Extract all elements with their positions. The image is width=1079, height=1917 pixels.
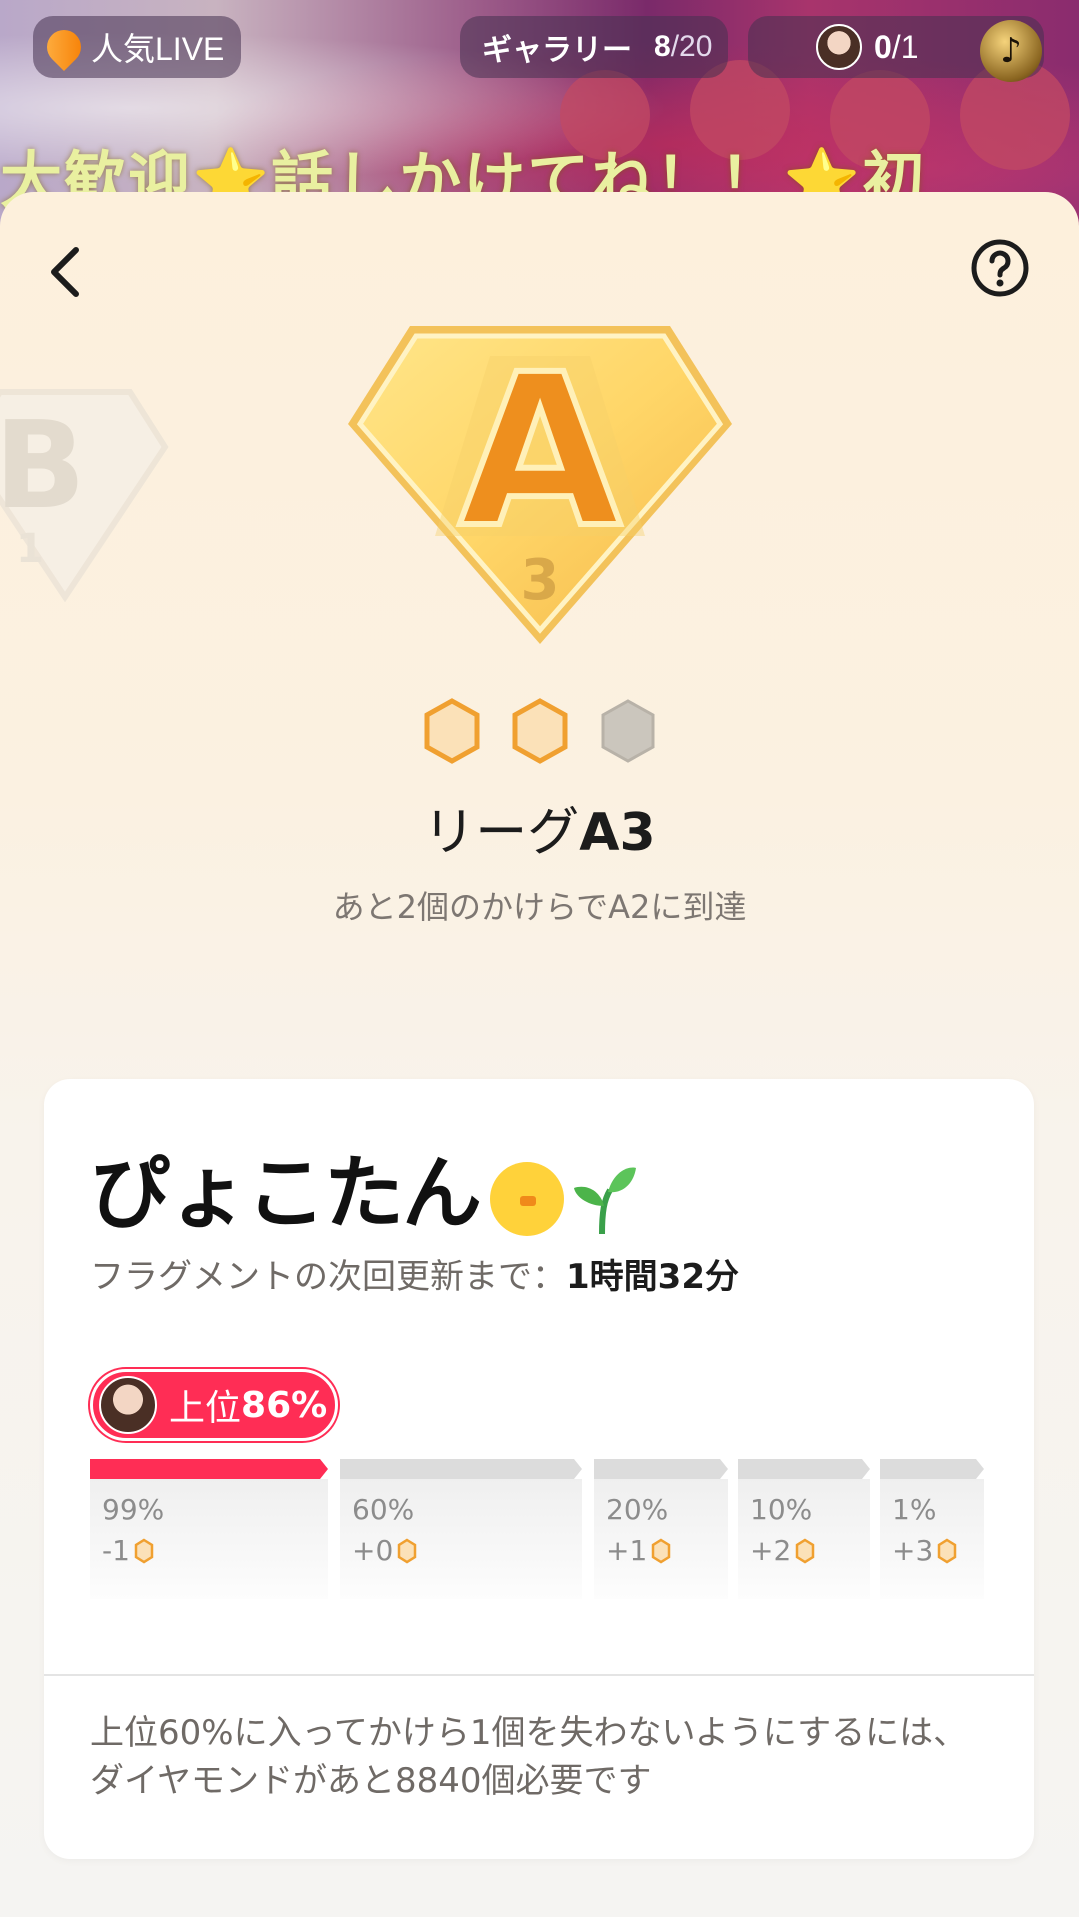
league-title-rank: A3 (579, 803, 656, 863)
fragment-coin-icon (652, 1538, 671, 1563)
tier-segment: 99% -1 (90, 1459, 328, 1599)
avatar (816, 24, 862, 70)
tier-bar-fill (880, 1459, 984, 1479)
popular-live-label: 人気LIVE (91, 31, 225, 67)
back-arrow-icon[interactable] (40, 242, 90, 302)
league-badge-a3[interactable]: A 3 (340, 314, 740, 654)
tier-delta: +3 (892, 1534, 934, 1567)
badge-a-level: 3 (521, 548, 560, 613)
fragment-progress (0, 698, 1079, 764)
fragment-coin-icon (796, 1538, 815, 1563)
gallery-count: 8 (654, 30, 671, 63)
gallery-button[interactable]: ギャラリー 8 /20 (460, 16, 728, 78)
tier-bar-fill (594, 1459, 728, 1479)
next-update-label: フラグメントの次回更新まで： (90, 1257, 566, 1297)
fragment-filled-icon (512, 698, 567, 764)
tier-delta: +0 (352, 1534, 394, 1567)
tier-percent: 1% (892, 1493, 937, 1526)
tier-delta: +2 (750, 1534, 792, 1567)
music-note-icon[interactable]: ♪ (980, 20, 1042, 82)
next-update-row: フラグメントの次回更新まで：1時間32分 (90, 1249, 739, 1298)
tier-segment: 1% +3 (880, 1459, 984, 1599)
fragment-empty-icon (601, 699, 654, 763)
league-progress-subtitle: あと2個のかけらでA2に到達 (332, 888, 747, 926)
tier-delta: -1 (102, 1534, 130, 1567)
tier-segment: 10% +2 (738, 1459, 870, 1599)
next-update-time: 1時間32分 (566, 1257, 739, 1297)
popular-live-button[interactable]: 人気LIVE (33, 16, 241, 78)
badge-b-level: 1 (16, 526, 44, 572)
flame-icon (39, 22, 89, 72)
fan-total: /1 (891, 28, 919, 65)
tier-percent: 99% (102, 1493, 165, 1526)
user-name: ぴょこたん (90, 1147, 482, 1240)
sprout-emoji-icon (574, 1167, 636, 1235)
tier-bar-fill (340, 1459, 582, 1479)
rank-value: 86% (241, 1384, 328, 1426)
tier-segment: 20% +1 (594, 1459, 728, 1599)
badge-a-letter: A (459, 329, 622, 574)
fragment-coin-icon (134, 1538, 154, 1563)
league-sheet: B 1 A 3 リーグA3 あと2個のかけらでA2に到達 ぴょこたん フラグメン… (0, 192, 1079, 1917)
tier-delta: +1 (606, 1534, 648, 1567)
user-name-row: ぴょこたん (90, 1129, 638, 1245)
fragment-filled-icon (424, 698, 479, 764)
gallery-label: ギャラリー (482, 34, 632, 67)
league-badge-b1[interactable]: B 1 (0, 372, 170, 602)
tier-percent: 10% (750, 1493, 813, 1526)
tier-percent: 60% (352, 1493, 415, 1526)
card-divider (44, 1674, 1034, 1676)
tier-bar-fill (738, 1459, 870, 1479)
ranking-card: ぴょこたん フラグメントの次回更新まで：1時間32分 上位86% 99% -1 (44, 1079, 1034, 1859)
badge-b-letter: B (0, 397, 86, 536)
tier-segment: 60% +0 (340, 1459, 582, 1599)
tier-bar-fill (90, 1459, 328, 1479)
tier-percent: 20% (606, 1493, 669, 1526)
league-title: リーグA3 (0, 790, 1079, 865)
fan-count: 0 (874, 28, 892, 65)
diamond-requirement-hint: 上位60%に入ってかけら1個を失わないようにするには、ダイヤモンドがあと8840… (90, 1713, 968, 1801)
current-rank-badge: 上位 86% (90, 1369, 338, 1441)
rank-tier-bar: 99% -1 60% +0 20% +1 10% +2 1% +3 (90, 1459, 990, 1599)
chick-emoji-icon (490, 1162, 564, 1237)
avatar (99, 1376, 157, 1434)
league-title-prefix: リーグ (423, 803, 580, 863)
fragment-coin-icon (398, 1538, 417, 1563)
gallery-total: /20 (670, 30, 713, 63)
fragment-coin-icon (938, 1538, 957, 1563)
help-icon[interactable] (970, 238, 1030, 298)
rank-prefix: 上位 (169, 1388, 242, 1429)
